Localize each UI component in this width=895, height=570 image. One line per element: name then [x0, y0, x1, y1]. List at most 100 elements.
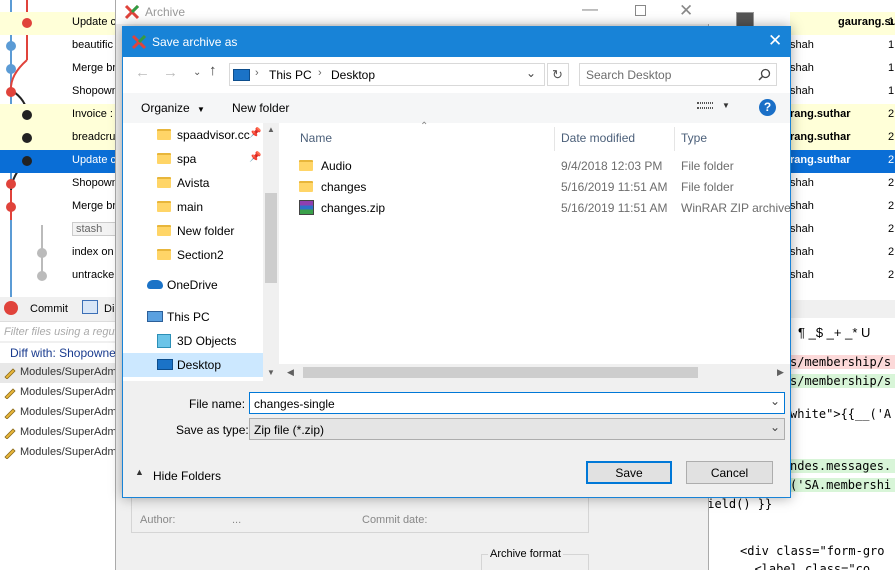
back-icon[interactable]: ← [135, 64, 150, 81]
author-row[interactable]: shah 2 [790, 173, 895, 196]
scroll-left-icon[interactable]: ◀ [287, 367, 294, 378]
nav-item-this-pc[interactable]: This PC [123, 305, 263, 329]
scroll-up-icon[interactable]: ▲ [267, 125, 275, 134]
nav-item-spa[interactable]: spa 📌 [123, 147, 263, 171]
author-row[interactable]: shah 2 [790, 219, 895, 242]
hide-folders-button[interactable]: Hide Folders [153, 469, 221, 483]
commit-row[interactable]: Invoice : [0, 104, 118, 127]
commit-row[interactable]: breadcru [0, 127, 118, 150]
hide-folders-chevron-icon[interactable]: ▲ [135, 467, 144, 477]
commit-message: untracke [72, 269, 115, 281]
changed-file-item[interactable]: Modules/SuperAdmi [0, 403, 118, 423]
file-name-dropdown-icon[interactable]: ⌄ [770, 394, 780, 408]
author-row[interactable]: shah 1 [790, 81, 895, 104]
nav-item-avista[interactable]: Avista [123, 171, 263, 195]
breadcrumb-chevron-icon[interactable]: › [318, 67, 322, 79]
scroll-right-icon[interactable]: ▶ [777, 367, 784, 378]
changed-file-item[interactable]: Modules/SuperAdmi [0, 383, 118, 403]
author-row[interactable]: shah 2 [790, 196, 895, 219]
author-row[interactable]: shah 2 [790, 242, 895, 265]
author-name: shah [790, 269, 814, 281]
maximize-icon[interactable] [635, 5, 646, 16]
organize-button[interactable]: Organize ▼ [141, 101, 205, 115]
nav-item-3d-objects[interactable]: 3D Objects [123, 329, 263, 353]
nav-item-main[interactable]: main [123, 195, 263, 219]
files-horizontal-scrollbar[interactable]: ◀ ▶ [279, 364, 790, 381]
view-options-icon[interactable] [697, 101, 713, 113]
recent-locations-icon[interactable]: ⌄ [193, 67, 201, 78]
nav-item-onedrive[interactable]: OneDrive [123, 273, 263, 297]
author-row[interactable]: shah 1 [790, 58, 895, 81]
file-row[interactable]: changes 5/16/2019 11:51 AM File folder [299, 176, 786, 197]
commit-row[interactable]: untracke [0, 265, 118, 288]
commit-icon [4, 301, 18, 315]
file-name: changes.zip [321, 201, 386, 215]
commit-dot-icon [6, 41, 16, 51]
code-line: s/membership/s [790, 355, 895, 369]
save-button[interactable]: Save [586, 461, 672, 484]
column-name[interactable]: Name [300, 131, 332, 145]
author-row[interactable]: shah 2 [790, 265, 895, 288]
save-as-type-dropdown-icon[interactable]: ⌄ [770, 420, 780, 434]
file-row[interactable]: changes.zip 5/16/2019 11:51 AM WinRAR ZIP … [299, 197, 791, 218]
file-name-input[interactable]: changes-single ⌄ [249, 392, 785, 414]
nav-item-label: 3D Objects [177, 334, 237, 348]
commit-row[interactable]: Shopown [0, 81, 118, 104]
save-as-type-select[interactable]: Zip file (*.zip) ⌄ [249, 418, 785, 440]
nav-item-section2[interactable]: Section2 [123, 243, 263, 267]
filter-files-input[interactable]: Filter files using a regul [0, 321, 118, 341]
author-row[interactable]: rang.suthar 2 [790, 150, 895, 173]
commit-row[interactable]: Update c [0, 150, 118, 173]
column-type[interactable]: Type [681, 131, 707, 145]
column-divider[interactable] [674, 127, 675, 151]
help-icon[interactable]: ? [759, 99, 776, 116]
pencil-icon [3, 386, 16, 400]
files-scrollbar-thumb[interactable] [303, 367, 698, 378]
commit-dot-icon [22, 133, 32, 143]
commit-row[interactable]: Merge br [0, 58, 118, 81]
author-row[interactable]: rang.suthar 2 [790, 127, 895, 150]
refresh-button[interactable]: ↻ [547, 63, 569, 86]
breadcrumb-desktop[interactable]: Desktop [331, 68, 375, 82]
nav-item-desktop[interactable]: Desktop [123, 353, 263, 377]
author-name: rang.suthar [790, 131, 851, 143]
address-path-box[interactable]: › This PC › Desktop ⌄ [229, 63, 545, 86]
tab-commit[interactable]: Commit [30, 303, 68, 315]
nav-scrollbar[interactable]: ▲ ▼ [263, 123, 279, 381]
changed-file-item[interactable]: Modules/SuperAdmi [0, 423, 118, 443]
commit-row[interactable]: Update c [0, 12, 118, 35]
close-icon[interactable]: ✕ [679, 1, 693, 21]
forward-icon[interactable]: → [163, 64, 178, 81]
cancel-button[interactable]: Cancel [686, 461, 773, 484]
column-divider[interactable] [554, 127, 555, 151]
nav-scrollbar-thumb[interactable] [265, 193, 277, 283]
search-input[interactable]: Search Desktop [579, 63, 777, 86]
archive-titlebar: Archive — ✕ [116, 0, 710, 24]
changed-file-item[interactable]: Modules/SuperAdmi [0, 443, 118, 463]
dialog-close-icon[interactable]: ✕ [768, 31, 782, 51]
author-name: shah [790, 85, 814, 97]
breadcrumb-this-pc[interactable]: This PC [269, 68, 312, 82]
view-dropdown-icon[interactable]: ▼ [722, 101, 730, 110]
commit-row[interactable]: Merge br [0, 196, 118, 219]
minimize-icon[interactable]: — [582, 1, 598, 19]
author-row[interactable]: rang.suthar 2 [790, 104, 895, 127]
commit-row[interactable]: Shopown [0, 173, 118, 196]
commit-row[interactable]: index on [0, 242, 118, 265]
commit-row[interactable]: beautific [0, 35, 118, 58]
tab-diff[interactable]: Di [104, 303, 114, 315]
column-date-modified[interactable]: Date modified [561, 131, 635, 145]
up-folder-icon[interactable]: ↑ [209, 62, 217, 79]
address-dropdown-icon[interactable]: ⌄ [526, 66, 536, 80]
breadcrumb-chevron-icon[interactable]: › [255, 67, 259, 79]
new-folder-button[interactable]: New folder [232, 101, 289, 115]
author-row[interactable]: shah 1 [790, 35, 895, 58]
diff-toolbar-glyphs[interactable]: ¶ _$ _+ _* U [798, 325, 895, 340]
author-row[interactable]: gaurang.suthar1 [736, 12, 895, 35]
scroll-down-icon[interactable]: ▼ [267, 368, 275, 377]
commit-row[interactable]: stash [0, 219, 118, 242]
changed-file-item[interactable]: Modules/SuperAdmi [0, 363, 118, 383]
nav-item-spaadvisor-cc[interactable]: spaadvisor.cc 📌 [123, 123, 263, 147]
file-row[interactable]: Audio 9/4/2018 12:03 PM File folder [299, 155, 786, 176]
nav-item-new-folder[interactable]: New folder [123, 219, 263, 243]
